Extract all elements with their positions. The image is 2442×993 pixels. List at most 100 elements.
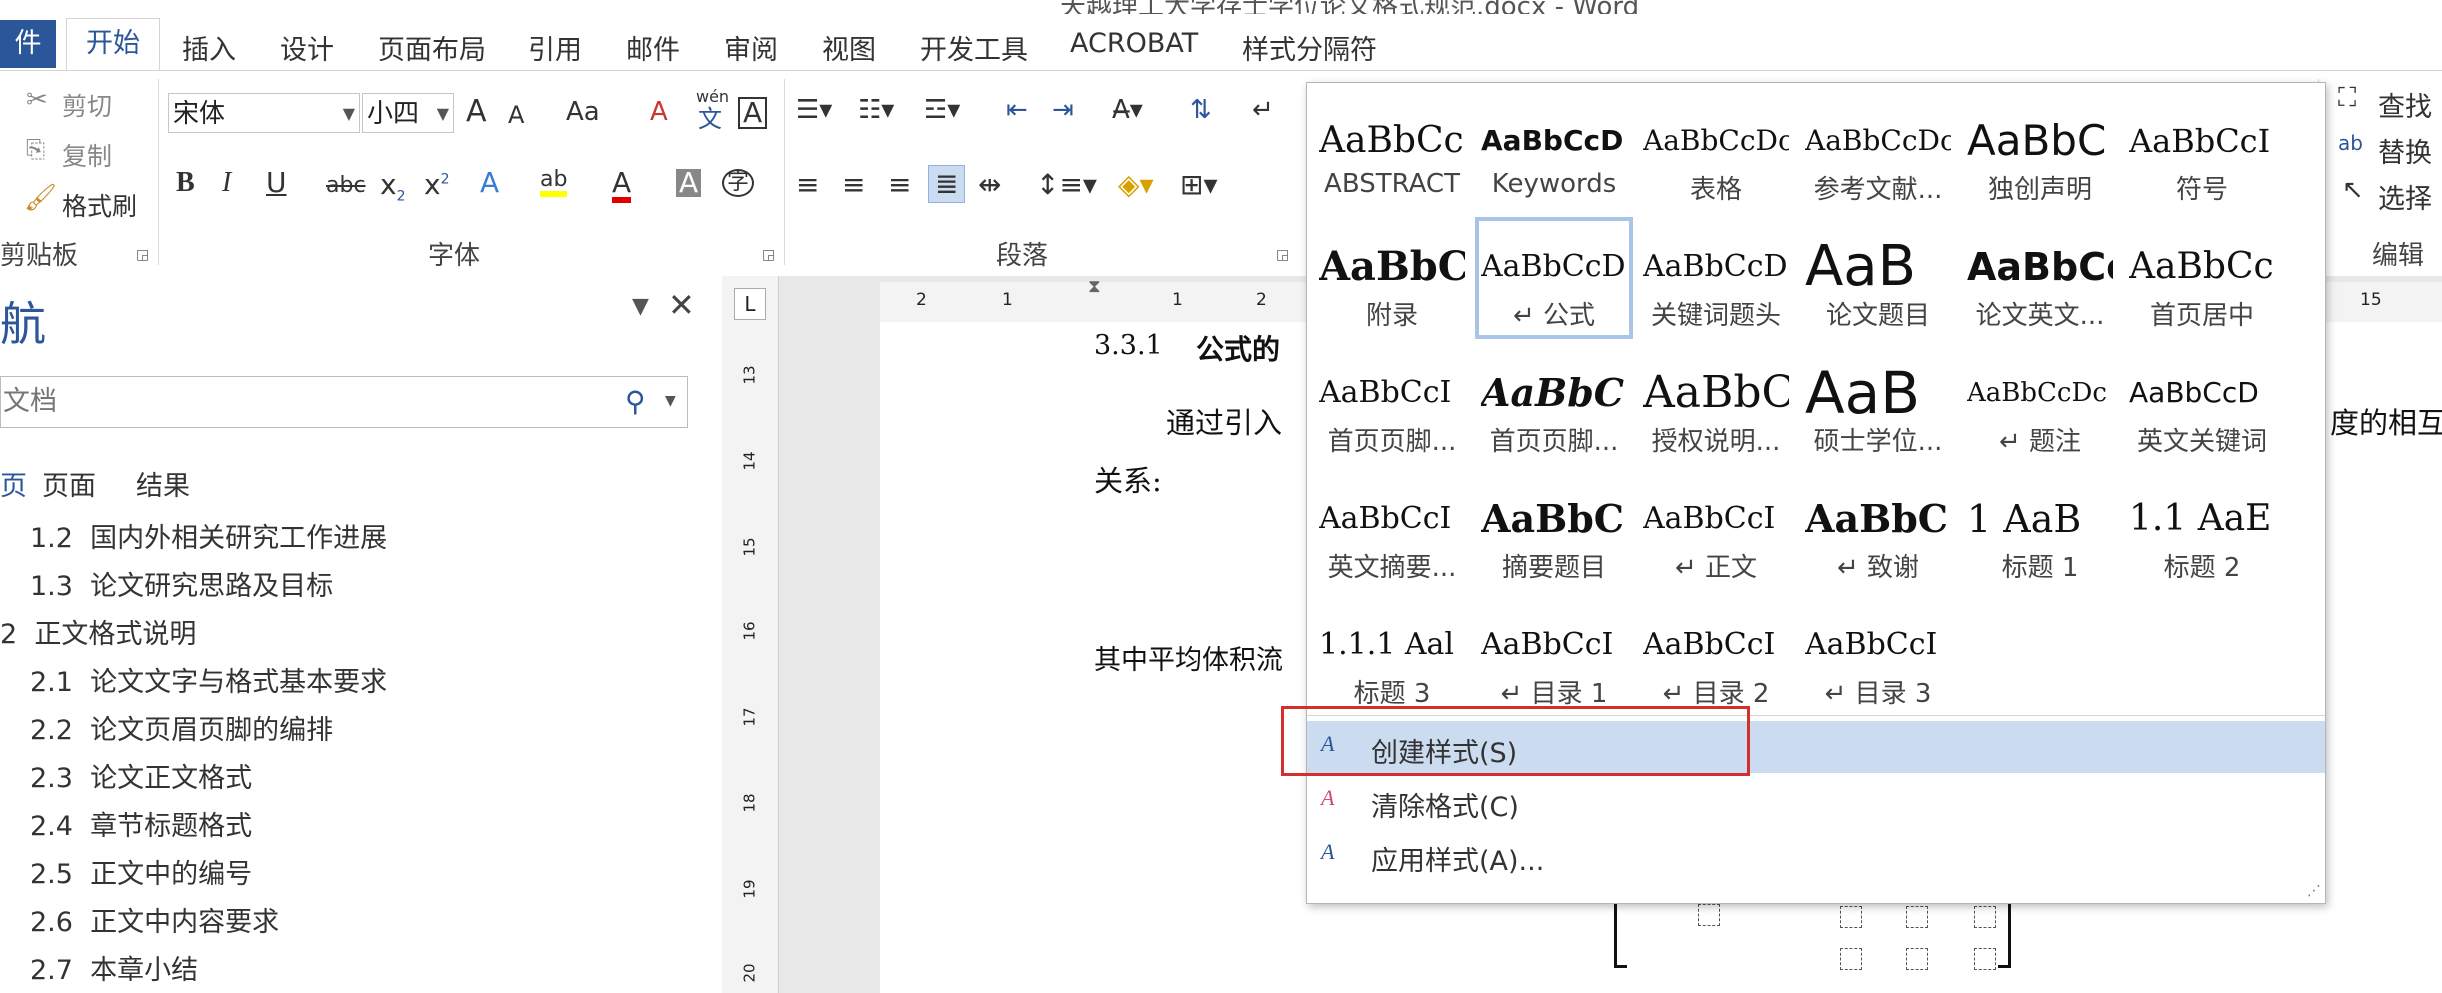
style-item[interactable]: AaBbCcI ↵ 正文 bbox=[1637, 469, 1795, 591]
nav-tab-results[interactable]: 结果 bbox=[136, 464, 190, 503]
text-effects-button[interactable]: A bbox=[480, 169, 499, 197]
font-launcher-icon[interactable]: ◲ bbox=[762, 247, 775, 263]
tab-developer[interactable]: 开发工具 bbox=[920, 28, 1028, 67]
tab-view[interactable]: 视图 bbox=[822, 28, 876, 67]
style-item-selected[interactable]: AaBbCcD ↵ 公式 bbox=[1475, 217, 1633, 339]
nav-search-input[interactable] bbox=[1, 385, 605, 418]
style-item[interactable]: AaBbCcI ↵ 目录 1 bbox=[1475, 595, 1633, 717]
justify-icon[interactable]: ≣ bbox=[928, 165, 966, 203]
multilevel-list-icon[interactable]: ☲▾ bbox=[924, 97, 960, 123]
font-size-combo[interactable]: 小四 ▼ bbox=[362, 93, 454, 133]
style-item[interactable]: AaBbCcD 英文关键词 bbox=[2123, 343, 2281, 465]
replace-button[interactable]: 替换 bbox=[2378, 131, 2432, 170]
paragraph-launcher-icon[interactable]: ◲ bbox=[1276, 247, 1289, 263]
subscript-button[interactable]: x2 bbox=[380, 171, 406, 204]
font-name-combo[interactable]: 宋体 ▼ bbox=[168, 93, 360, 133]
show-marks-icon[interactable]: ↵ bbox=[1252, 97, 1274, 123]
style-item[interactable]: 1.1 AaE 标题 2 bbox=[2123, 469, 2281, 591]
enclose-characters-button[interactable]: 字 bbox=[722, 169, 755, 197]
style-item[interactable]: AaB 硕士学位... bbox=[1799, 343, 1957, 465]
align-center-icon[interactable]: ≡ bbox=[842, 171, 865, 199]
style-item[interactable]: AaBbC 摘要题目 bbox=[1475, 469, 1633, 591]
style-item[interactable]: AaBbCcDc 参考文献... bbox=[1799, 91, 1957, 213]
find-button[interactable]: 查找 bbox=[2378, 85, 2432, 124]
style-item[interactable]: AaBbCcI 英文摘要... bbox=[1313, 469, 1471, 591]
chevron-down-icon[interactable]: ▼ bbox=[665, 393, 676, 409]
distributed-icon[interactable]: ⇹ bbox=[978, 171, 1001, 199]
resize-grip-icon[interactable]: ⋰ bbox=[2307, 883, 2321, 899]
clear-formatting-button[interactable]: A bbox=[650, 99, 668, 125]
nav-heading-item[interactable]: 2.2 论文页眉页脚的编排 bbox=[30, 708, 333, 747]
tab-home[interactable]: 开始 bbox=[66, 18, 160, 71]
nav-heading-item[interactable]: 2.3 论文正文格式 bbox=[30, 756, 252, 795]
tab-file[interactable]: 件 bbox=[0, 20, 56, 68]
apply-styles-command[interactable]: A 应用样式(A)... bbox=[1307, 829, 2325, 881]
nav-search-box[interactable]: ⚲ ▼ bbox=[0, 376, 688, 428]
increase-indent-icon[interactable]: ⇥ bbox=[1052, 97, 1074, 123]
tab-mailings[interactable]: 邮件 bbox=[626, 28, 680, 67]
style-item[interactable]: AaBbCc ABSTRACT bbox=[1313, 91, 1471, 213]
phonetic-guide-button[interactable]: 文 bbox=[698, 107, 722, 131]
align-left-icon[interactable]: ≡ bbox=[796, 171, 819, 199]
search-icon[interactable]: ⚲ bbox=[625, 385, 646, 418]
tab-insert[interactable]: 插入 bbox=[182, 28, 236, 67]
sort-icon[interactable]: ⇅ bbox=[1190, 97, 1212, 123]
style-item[interactable]: AaBbC 首页页脚... bbox=[1475, 343, 1633, 465]
decrease-indent-icon[interactable]: ⇤ bbox=[1006, 97, 1028, 123]
tab-layout[interactable]: 页面布局 bbox=[378, 28, 486, 67]
style-item[interactable]: AaBbC 授权说明... bbox=[1637, 343, 1795, 465]
numbering-icon[interactable]: ☷▾ bbox=[858, 97, 894, 123]
style-item[interactable]: AaBbC 独创声明 bbox=[1961, 91, 2119, 213]
format-painter-button[interactable]: 格式刷 bbox=[62, 187, 137, 223]
style-item[interactable]: AaBbCcDc 表格 bbox=[1637, 91, 1795, 213]
tab-selector-icon[interactable]: L bbox=[734, 288, 766, 320]
style-item[interactable]: AaBbCc 论文英文... bbox=[1961, 217, 2119, 339]
nav-tab-pages[interactable]: 页面 bbox=[42, 464, 96, 503]
nav-heading-item[interactable]: 2.4 章节标题格式 bbox=[30, 804, 252, 843]
style-item[interactable]: AaBbCcDc 关键词题头 bbox=[1637, 217, 1795, 339]
style-item[interactable]: AaBbC 附录 bbox=[1313, 217, 1471, 339]
style-item[interactable]: 1.1.1 Aal 标题 3 bbox=[1313, 595, 1471, 717]
bullets-icon[interactable]: ☰▾ bbox=[796, 97, 832, 123]
copy-button[interactable]: 复制 bbox=[62, 137, 112, 173]
change-case-button[interactable]: Aa bbox=[566, 99, 600, 125]
vertical-ruler[interactable]: L 13 14 15 16 17 18 19 20 bbox=[722, 276, 779, 993]
chinese-layout-icon[interactable]: A̶▾ bbox=[1112, 97, 1143, 123]
close-icon[interactable]: ✕ bbox=[668, 286, 695, 324]
style-item[interactable]: AaBbCcI 首页页脚... bbox=[1313, 343, 1471, 465]
nav-heading-item[interactable]: 2.6 正文中内容要求 bbox=[30, 900, 279, 939]
nav-options-chevron-icon[interactable]: ▼ bbox=[632, 294, 649, 319]
style-item[interactable]: AaBbCcD Keywords bbox=[1475, 91, 1633, 213]
style-item[interactable]: AaBbCcI 符号 bbox=[2123, 91, 2281, 213]
nav-tab-headings[interactable]: 页 bbox=[0, 464, 27, 503]
nav-heading-item[interactable]: 2.5 正文中的编号 bbox=[30, 852, 252, 891]
clipboard-launcher-icon[interactable]: ◲ bbox=[136, 247, 149, 263]
style-item[interactable]: AaBbCcI ↵ 目录 3 bbox=[1799, 595, 1957, 717]
strikethrough-button[interactable]: abc bbox=[326, 175, 366, 197]
style-item[interactable]: 1 AaB 标题 1 bbox=[1961, 469, 2119, 591]
tab-review[interactable]: 审阅 bbox=[724, 28, 778, 67]
bold-button[interactable]: B bbox=[176, 169, 195, 197]
style-item[interactable]: AaBbCcI ↵ 目录 2 bbox=[1637, 595, 1795, 717]
select-button[interactable]: 选择 bbox=[2378, 177, 2432, 216]
tab-design[interactable]: 设计 bbox=[280, 28, 334, 67]
style-item[interactable]: AaBbCcDc ↵ 题注 bbox=[1961, 343, 2119, 465]
nav-heading-item[interactable]: 2.7 本章小结 bbox=[30, 948, 198, 987]
italic-button[interactable]: I bbox=[222, 169, 231, 197]
nav-heading-item[interactable]: 1.2 国内外相关研究工作进展 bbox=[30, 516, 387, 555]
nav-heading-item[interactable]: 1.3 论文研究思路及目标 bbox=[30, 564, 333, 603]
align-right-icon[interactable]: ≡ bbox=[888, 171, 911, 199]
superscript-button[interactable]: x2 bbox=[424, 171, 450, 199]
underline-button[interactable]: U bbox=[266, 169, 287, 197]
line-spacing-icon[interactable]: ↕≡▾ bbox=[1036, 171, 1097, 199]
nav-heading-item[interactable]: 2 正文格式说明 bbox=[0, 612, 196, 651]
font-color-button[interactable]: A bbox=[612, 169, 632, 203]
character-border-button[interactable]: A bbox=[738, 97, 768, 129]
tab-references[interactable]: 引用 bbox=[528, 28, 582, 67]
shading-icon[interactable]: ◈▾ bbox=[1118, 171, 1154, 199]
shrink-font-button[interactable]: A bbox=[508, 103, 524, 127]
nav-heading-item[interactable]: 2.1 论文文字与格式基本要求 bbox=[30, 660, 387, 699]
style-item[interactable]: AaBbCc 首页居中 bbox=[2123, 217, 2281, 339]
character-shading-button[interactable]: A bbox=[676, 169, 702, 197]
grow-font-button[interactable]: A bbox=[466, 97, 487, 127]
